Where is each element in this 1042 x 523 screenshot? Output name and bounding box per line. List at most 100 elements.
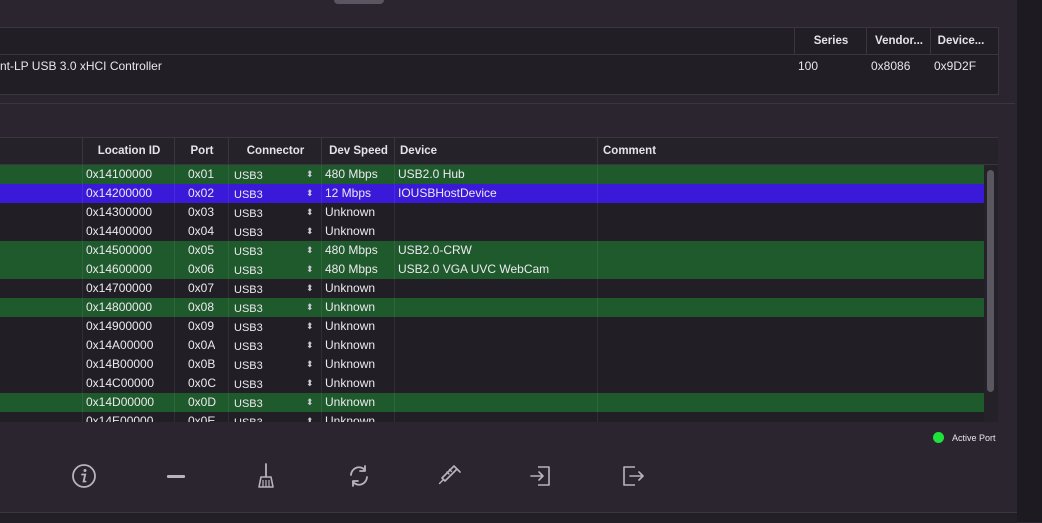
column-separator: [174, 241, 175, 260]
cell-port: 0x09: [188, 319, 215, 333]
clear-broom-icon: [258, 463, 274, 488]
column-separator: [597, 336, 598, 355]
table-row[interactable]: 0x14200000 0x02 12 Mbps IOUSBHostDevice USB3…: [0, 184, 984, 203]
cell-location: 0x14E00000: [86, 414, 154, 422]
table-row[interactable]: 0x14700000 0x07 Unknown USB3 ⬍: [0, 279, 984, 298]
connector-chevron-icon[interactable]: ⬍: [306, 184, 314, 203]
connector-chevron-icon[interactable]: ⬍: [306, 393, 314, 412]
controllers-header: Series Vendor... Device...: [0, 28, 998, 55]
column-separator: [321, 279, 322, 298]
column-separator: [597, 184, 598, 203]
column-separator: [174, 184, 175, 203]
remove-button[interactable]: [160, 460, 192, 492]
connector-chevron-icon[interactable]: ⬍: [306, 165, 314, 184]
refresh-icon: [350, 465, 368, 487]
column-separator: [597, 222, 598, 241]
cell-speed: Unknown: [325, 414, 376, 422]
table-row[interactable]: 0x14500000 0x05 480 Mbps USB2.0-CRW USB3 ⬍: [0, 241, 984, 260]
column-separator: [394, 317, 395, 336]
connector-chevron-icon[interactable]: ⬍: [306, 374, 314, 393]
connector-chevron-icon[interactable]: ⬍: [306, 317, 314, 336]
column-separator: [597, 317, 598, 336]
active-port-label: Active Port: [952, 433, 996, 443]
connector-chevron-icon[interactable]: ⬍: [306, 355, 314, 374]
column-header-device[interactable]: Device...: [930, 28, 991, 54]
cell-location: 0x14400000: [86, 224, 153, 238]
cell-speed: Unknown: [325, 395, 376, 409]
table-row[interactable]: 0x14D00000 0x0D Unknown USB3 ⬍: [0, 393, 984, 412]
column-separator: [174, 355, 175, 374]
cell-location: 0x14600000: [86, 262, 153, 276]
cell-device: USB2.0 Hub: [398, 167, 465, 181]
column-separator: [82, 317, 83, 336]
column-separator: [228, 298, 229, 317]
cell-location: 0x14C00000: [86, 376, 155, 390]
import-button[interactable]: [525, 460, 557, 492]
connector-chevron-icon[interactable]: ⬍: [306, 241, 314, 260]
table-row[interactable]: 0x14B00000 0x0B Unknown USB3 ⬍: [0, 355, 984, 374]
table-row[interactable]: 0x14C00000 0x0C Unknown USB3 ⬍: [0, 374, 984, 393]
column-separator: [174, 203, 175, 222]
table-row[interactable]: 0x14600000 0x06 480 Mbps USB2.0 VGA UVC Web…: [0, 260, 984, 279]
cell-device: USB2.0 VGA UVC WebCam: [398, 262, 550, 276]
column-separator: [228, 279, 229, 298]
ports-scrollbar[interactable]: [984, 165, 998, 422]
column-header-series[interactable]: Series: [794, 28, 867, 54]
connector-chevron-icon[interactable]: ⬍: [306, 336, 314, 355]
column-separator: [597, 203, 598, 222]
column-header-port[interactable]: Port: [174, 138, 229, 164]
connector-chevron-icon[interactable]: ⬍: [306, 279, 314, 298]
export-button[interactable]: [616, 460, 648, 492]
table-row[interactable]: 0x14A00000 0x0A Unknown USB3 ⬍: [0, 336, 984, 355]
column-separator: [321, 184, 322, 203]
info-button[interactable]: [68, 460, 100, 492]
column-separator: [394, 203, 395, 222]
column-header-vendor[interactable]: Vendor...: [866, 28, 931, 54]
cell-speed: Unknown: [325, 376, 376, 390]
column-header-speed[interactable]: Dev Speed: [321, 138, 395, 164]
connector-chevron-icon[interactable]: ⬍: [306, 298, 314, 317]
cell-location: 0x14B00000: [86, 357, 154, 371]
table-row[interactable]: 0x14E00000 0x0E Unknown USB3 ⬍: [0, 412, 984, 422]
cell-port: 0x05: [188, 243, 215, 257]
top-button[interactable]: [334, 0, 384, 4]
cell-speed: 480 Mbps: [325, 262, 378, 276]
cell-port: 0x0E: [188, 414, 216, 422]
connector-chevron-icon[interactable]: ⬍: [306, 203, 314, 222]
column-header-device[interactable]: Device: [394, 138, 603, 164]
cell-speed: Unknown: [325, 224, 376, 238]
table-row[interactable]: 0x14400000 0x04 Unknown USB3 ⬍: [0, 222, 984, 241]
cell-port: 0x01: [188, 167, 215, 181]
column-header-location[interactable]: Location ID: [82, 138, 175, 164]
column-header-comment[interactable]: Comment: [597, 138, 988, 164]
table-row[interactable]: 0x14900000 0x09 Unknown USB3 ⬍: [0, 317, 984, 336]
clear-button[interactable]: [250, 460, 282, 492]
cell-device: USB2.0-CRW: [398, 243, 472, 257]
column-separator: [321, 165, 322, 184]
connector-chevron-icon[interactable]: ⬍: [306, 260, 314, 279]
column-header-connector[interactable]: Connector: [228, 138, 322, 164]
cell-speed: Unknown: [325, 319, 376, 333]
refresh-button[interactable]: [343, 460, 375, 492]
table-row[interactable]: 0x14300000 0x03 Unknown USB3 ⬍: [0, 203, 984, 222]
controller-name[interactable]: nt-LP USB 3.0 xHCI Controller: [0, 59, 162, 73]
table-row[interactable]: 0x14100000 0x01 480 Mbps USB2.0 Hub USB3 ⬍: [0, 165, 984, 184]
connector-select[interactable]: USB3: [234, 414, 263, 422]
scrollbar-thumb[interactable]: [987, 170, 994, 392]
inject-button[interactable]: [434, 460, 466, 492]
connector-chevron-icon[interactable]: ⬍: [306, 222, 314, 241]
connector-chevron-icon[interactable]: ⬍: [306, 412, 314, 422]
cell-port: 0x07: [188, 281, 215, 295]
column-separator: [394, 260, 395, 279]
cell-port: 0x08: [188, 300, 215, 314]
column-separator: [321, 355, 322, 374]
column-separator: [174, 279, 175, 298]
column-separator: [228, 203, 229, 222]
controller-series: 100: [798, 59, 819, 73]
cell-location: 0x14A00000: [86, 338, 154, 352]
cell-port: 0x06: [188, 262, 215, 276]
column-separator: [321, 374, 322, 393]
table-row[interactable]: 0x14800000 0x08 Unknown USB3 ⬍: [0, 298, 984, 317]
inject-syringe-icon: [438, 465, 461, 485]
cell-location: 0x14200000: [86, 186, 153, 200]
